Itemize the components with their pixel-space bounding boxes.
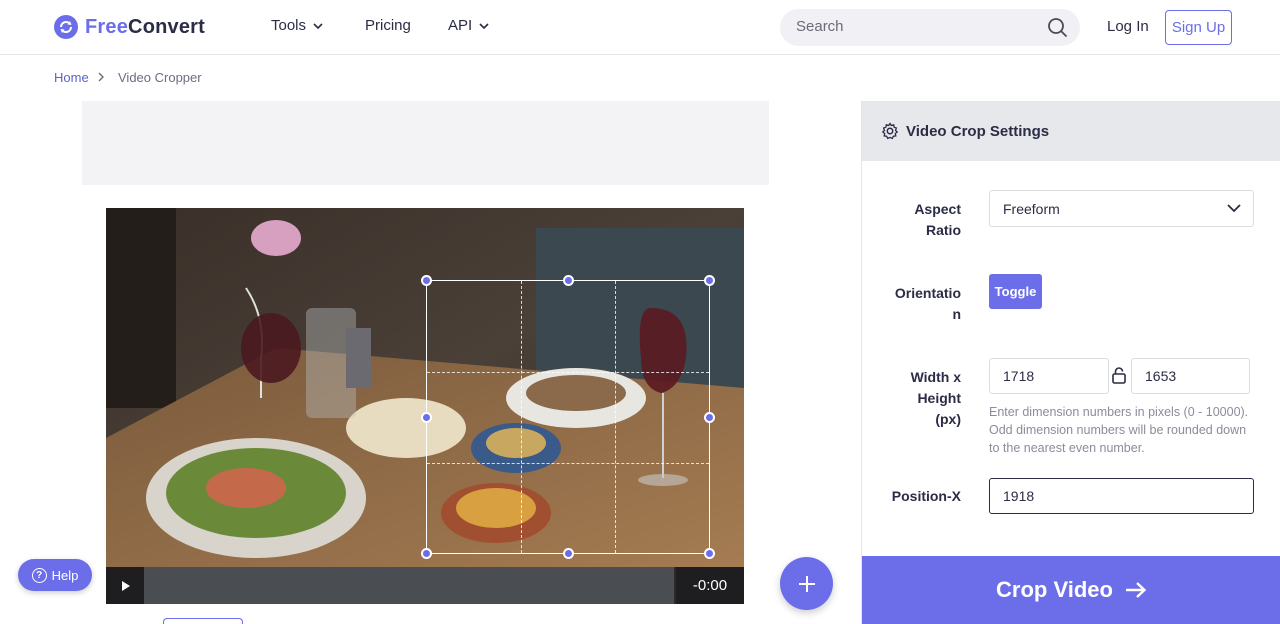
login-link[interactable]: Log In [1107, 18, 1149, 35]
gear-icon [881, 122, 899, 140]
crop-handle-top-right[interactable] [704, 275, 715, 286]
crop-video-button[interactable]: Crop Video [862, 556, 1280, 624]
crop-video-label: Crop Video [996, 577, 1113, 602]
orientation-toggle-button[interactable]: Toggle [989, 274, 1042, 309]
breadcrumb: Home Video Cropper [0, 56, 1280, 101]
arrow-right-icon [1125, 582, 1147, 598]
top-header: FreeConvert Tools Pricing API Search Log… [0, 0, 1280, 55]
crop-handle-top-left[interactable] [421, 275, 432, 286]
freeconvert-logo[interactable]: FreeConvert [54, 15, 205, 39]
position-x-input[interactable]: 1918 [989, 478, 1254, 514]
dimension-hint: Enter dimension numbers in pixels (0 - 1… [989, 405, 1249, 455]
crop-selection[interactable] [421, 275, 715, 559]
height-input[interactable]: 1653 [1131, 358, 1250, 394]
ad-placeholder [82, 101, 769, 185]
crop-handle-bottom-right[interactable] [704, 548, 715, 559]
settings-title: Video Crop Settings [906, 122, 1050, 140]
aspect-ratio-select[interactable]: Freeform [989, 190, 1254, 227]
nav-pricing-label: Pricing [365, 17, 411, 34]
chevron-down-icon [479, 22, 489, 29]
nav-tools-label: Tools [271, 17, 307, 34]
question-icon: ? [31, 567, 47, 583]
brand-convert: Convert [128, 15, 206, 38]
brand-free: Free [85, 15, 129, 38]
position-x-label: Position-X [891, 488, 961, 504]
crop-handle-bottom[interactable] [563, 548, 574, 559]
width-input[interactable]: 1718 [989, 358, 1109, 394]
help-button[interactable]: ? Help [18, 559, 92, 591]
crop-handle-top[interactable] [563, 275, 574, 286]
lock-icon[interactable] [1112, 367, 1126, 384]
aspect-ratio-value: Freeform [1003, 200, 1060, 217]
nav-api-label: API [448, 17, 473, 34]
add-button[interactable] [780, 557, 833, 610]
chevron-right-icon [98, 72, 104, 82]
breadcrumb-current: Video Cropper [118, 70, 202, 85]
crop-handle-left[interactable] [421, 412, 432, 423]
aspect-ratio-label: Aspect Ratio [914, 201, 961, 238]
chevron-down-icon [1227, 204, 1241, 212]
crop-handle-bottom-left[interactable] [421, 548, 432, 559]
nav-pricing[interactable]: Pricing [365, 17, 411, 34]
chevron-down-icon [313, 22, 323, 29]
play-button[interactable] [106, 567, 144, 604]
nav-tools[interactable]: Tools [271, 17, 323, 34]
settings-header: Video Crop Settings [862, 101, 1280, 161]
help-label: Help [51, 567, 79, 583]
seek-bar[interactable] [144, 567, 674, 604]
logo-icon [54, 15, 78, 39]
video-controls: -0:00 [106, 567, 744, 604]
signup-button[interactable]: Sign Up [1165, 10, 1232, 45]
video-preview[interactable]: -0:00 [106, 208, 744, 604]
time-remaining: -0:00 [676, 567, 744, 604]
crop-handle-right[interactable] [704, 412, 715, 423]
crop-settings-panel: Video Crop Settings Aspect Ratio Freefor… [861, 101, 1280, 624]
breadcrumb-home[interactable]: Home [54, 70, 89, 85]
orientation-label: Orientatio n [894, 285, 961, 322]
search-icon[interactable] [1047, 17, 1068, 38]
search-input[interactable]: Search [780, 9, 1080, 46]
search-placeholder: Search [796, 18, 844, 35]
play-icon [121, 580, 130, 591]
dimensions-label: Width x Height (px) [910, 369, 961, 427]
bottom-tab[interactable] [163, 618, 243, 624]
nav-api[interactable]: API [448, 17, 489, 34]
plus-icon [798, 575, 815, 592]
